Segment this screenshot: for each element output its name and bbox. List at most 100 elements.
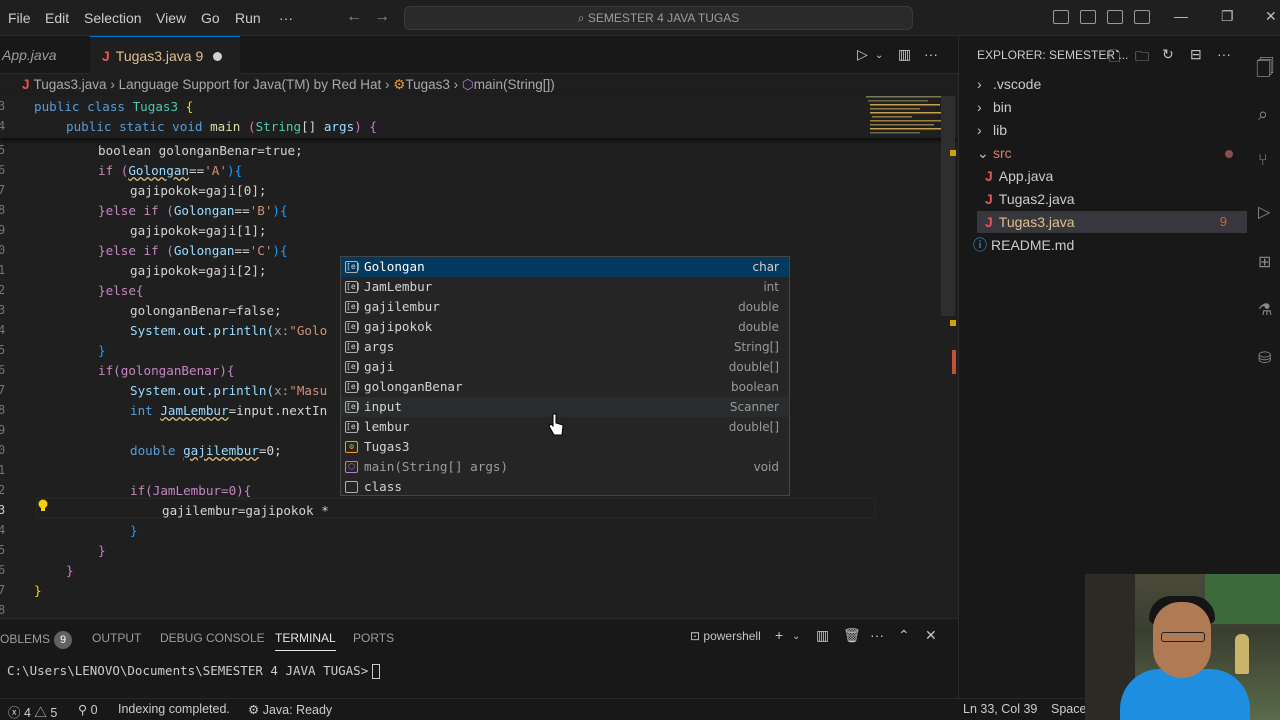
suggestion-item[interactable]: [e] gaji double[] — [341, 357, 789, 377]
more-actions-icon[interactable]: ··· — [924, 46, 938, 62]
code-line: } — [34, 583, 42, 598]
suggestion-widget[interactable]: [e] Golongan char [e] JamLembur int [e] gajil… — [340, 256, 790, 496]
suggestion-item[interactable]: class — [341, 477, 789, 497]
suggestion-item[interactable]: [e] args String[] — [341, 337, 789, 357]
minimize-icon[interactable]: — — [1174, 8, 1188, 24]
editor-scrollbar[interactable] — [941, 96, 955, 316]
toggle-primary-sidebar-icon[interactable] — [1053, 10, 1069, 24]
indexing-status[interactable]: Indexing completed. — [118, 702, 230, 716]
testing-icon[interactable]: ⚗ — [1258, 300, 1272, 320]
suggestion-item[interactable]: [e] JamLembur int — [341, 277, 789, 297]
tab-tugas3-java[interactable]: J Tugas3.java 9 — [90, 36, 240, 74]
sticky-scroll[interactable]: 3 public class Tugas3 { 4 public static … — [0, 96, 958, 138]
new-terminal-icon[interactable]: + — [775, 627, 783, 643]
source-control-icon[interactable]: ⑂ — [1258, 152, 1268, 170]
more-actions-icon[interactable]: ··· — [1217, 46, 1231, 62]
terminal-cursor — [372, 664, 381, 679]
customize-layout-icon[interactable] — [1134, 10, 1150, 24]
run-dropdown-icon[interactable]: ⌄ — [875, 50, 883, 61]
suggestion-item[interactable]: ⚙ Tugas3 — [341, 437, 789, 457]
java-file-icon: J — [102, 48, 110, 64]
suggestion-item[interactable]: [e] golonganBenar boolean — [341, 377, 789, 397]
menu-go[interactable]: Go — [201, 10, 220, 26]
code-line: }else if (Golongan=='B'){ — [98, 203, 288, 218]
close-window-icon[interactable]: ✕ — [1265, 8, 1277, 25]
tree-file-tugas2-java[interactable]: J Tugas2.java — [985, 188, 1247, 210]
cursor-position[interactable]: Ln 33, Col 39 — [963, 702, 1037, 716]
line-number: 4 — [0, 523, 6, 537]
suggestion-item[interactable]: [e] input Scanner — [341, 397, 789, 417]
suggestion-item[interactable]: [e] Golongan char — [341, 257, 789, 277]
toggle-secondary-sidebar-icon[interactable] — [1107, 10, 1123, 24]
tab-debug-console[interactable]: DEBUG CONSOLE — [160, 631, 265, 645]
tree-folder-lib[interactable]: › lib — [977, 119, 1247, 141]
split-editor-icon[interactable]: ▥ — [898, 46, 911, 63]
suggestion-item[interactable]: [e] gajilembur double — [341, 297, 789, 317]
breadcrumb: J Tugas3.java › Language Support for Java… — [0, 74, 958, 96]
suggestion-item[interactable]: [e] lembur double[] — [341, 417, 789, 437]
lightbulb-icon[interactable] — [37, 499, 49, 513]
menu-more[interactable]: ··· — [279, 10, 293, 26]
menu-file[interactable]: File — [8, 10, 31, 26]
unsaved-dot-icon[interactable] — [213, 52, 223, 61]
database-icon[interactable]: ⛁ — [1258, 348, 1271, 368]
line-number: 3 — [0, 99, 6, 113]
menu-selection[interactable]: Selection — [84, 10, 142, 26]
extensions-icon[interactable]: ⊞ — [1258, 252, 1271, 272]
minimap[interactable] — [866, 96, 946, 156]
java-status[interactable]: ⚙ Java: Ready — [248, 702, 332, 717]
tree-file-tugas3-java[interactable]: J Tugas3.java 9 — [977, 211, 1247, 233]
collapse-all-icon[interactable]: ⊟ — [1190, 46, 1202, 63]
menu-run[interactable]: Run — [235, 10, 261, 26]
explorer-icon[interactable]: 🗍 — [1256, 56, 1274, 86]
code-line: gajipokok=gaji[1]; — [130, 223, 267, 238]
chevron-down-icon[interactable]: ⌄ — [792, 631, 800, 642]
more-actions-icon[interactable]: ··· — [870, 627, 884, 643]
line-number: 5 — [0, 343, 6, 357]
forward-arrow-icon[interactable]: → — [374, 8, 390, 26]
breadcrumb-extension[interactable]: Language Support for Java(TM) by Red Hat — [119, 77, 382, 92]
terminal-shell-selector[interactable]: ⊡ powershell — [690, 629, 761, 643]
trash-icon[interactable]: 🗑 — [843, 627, 861, 644]
tree-label: lib — [993, 122, 1008, 138]
tree-folder-vscode[interactable]: › .vscode — [977, 73, 1247, 95]
command-center-search[interactable]: ⌕ SEMESTER 4 JAVA TUGAS — [404, 6, 913, 30]
breadcrumb-method[interactable]: main(String[]) — [474, 77, 555, 92]
search-icon: ⌕ — [577, 11, 588, 25]
restore-icon[interactable]: ❐ — [1221, 8, 1234, 25]
tab-problem-count: 9 — [195, 48, 204, 64]
tree-file-readme[interactable]: ⓘ README.md — [973, 234, 1247, 256]
tree-folder-src[interactable]: ⌄ src — [977, 142, 1247, 164]
tab-output[interactable]: OUTPUT — [92, 631, 141, 645]
toggle-panel-icon[interactable] — [1080, 10, 1096, 24]
refresh-icon[interactable]: ↻ — [1162, 46, 1174, 63]
tab-problems[interactable]: OBLEMS 9 — [0, 631, 73, 649]
code-line: boolean golonganBenar=true; — [98, 143, 303, 158]
tree-file-app-java[interactable]: J App.java — [985, 165, 1247, 187]
maximize-panel-icon[interactable]: ⌃ — [898, 627, 910, 644]
run-debug-icon[interactable]: ▷ — [1258, 202, 1270, 222]
back-arrow-icon[interactable]: ← — [346, 8, 362, 26]
problems-status[interactable]: ⓧ 4 △ 5 — [8, 702, 57, 720]
variable-icon: [e] — [345, 341, 361, 353]
ports-status[interactable]: ⚲ 0 — [78, 702, 98, 717]
terminal-prompt[interactable]: C:\Users\LENOVO\Documents\SEMESTER 4 JAV… — [7, 663, 381, 679]
new-file-icon[interactable]: 🗋 — [1109, 46, 1120, 70]
menu-edit[interactable]: Edit — [45, 10, 69, 26]
breadcrumb-file[interactable]: Tugas3.java — [34, 77, 107, 92]
variable-icon: [e] — [345, 301, 361, 313]
tab-ports[interactable]: PORTS — [353, 631, 394, 645]
new-folder-icon[interactable]: 🗀 — [1135, 46, 1149, 70]
close-panel-icon[interactable]: ✕ — [925, 627, 937, 644]
tab-app-java[interactable]: App.java — [0, 36, 90, 74]
tree-folder-bin[interactable]: › bin — [977, 96, 1247, 118]
tab-terminal[interactable]: TERMINAL — [275, 631, 336, 651]
suggestion-item[interactable]: [e] gajipokok double — [341, 317, 789, 337]
search-icon[interactable]: ⌕ — [1258, 104, 1268, 125]
suggestion-item[interactable]: ⬡ main(String[] args) void — [341, 457, 789, 477]
split-terminal-icon[interactable]: ▥ — [816, 627, 829, 644]
breadcrumb-class[interactable]: Tugas3 — [405, 77, 450, 92]
menu-view[interactable]: View — [156, 10, 186, 26]
run-icon[interactable]: ▷ — [857, 46, 868, 63]
tree-label: README.md — [991, 237, 1075, 253]
